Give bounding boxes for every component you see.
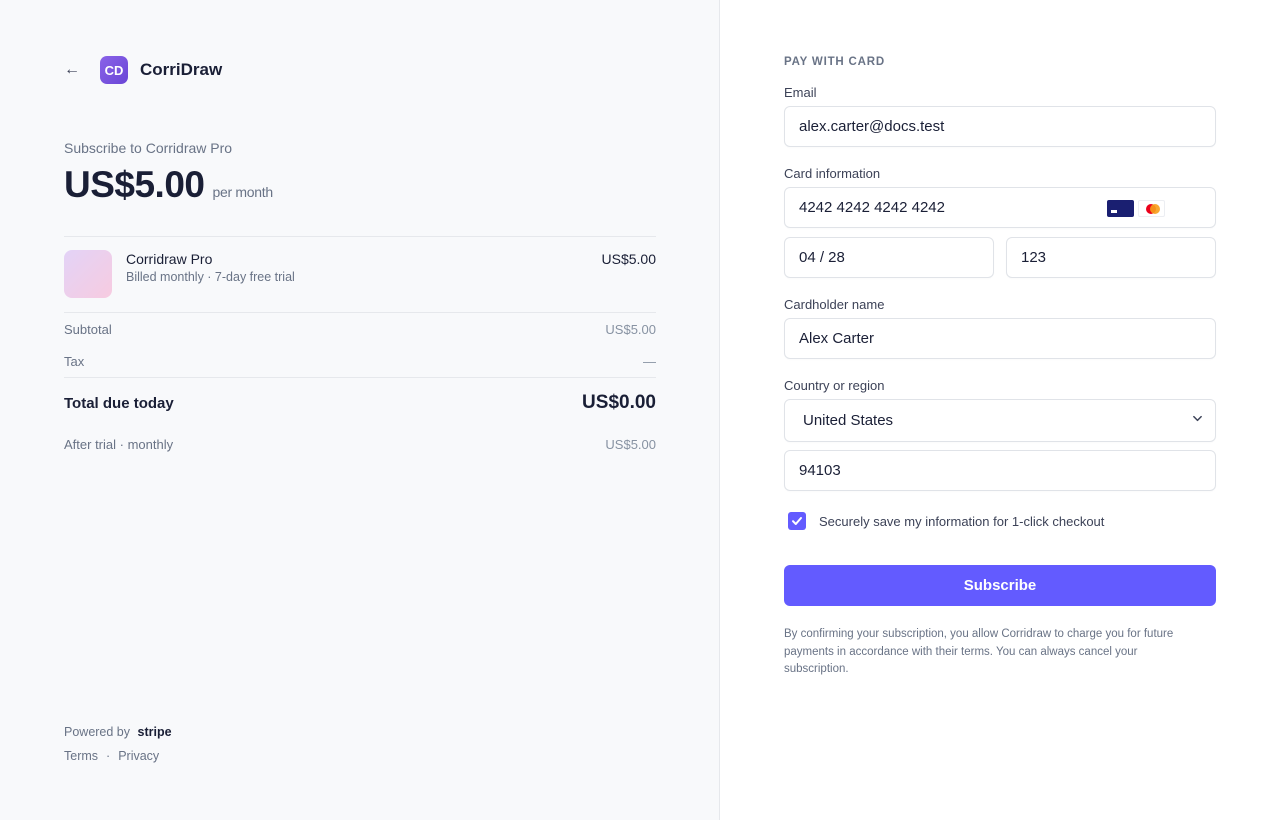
merchant-logo: CD	[100, 56, 128, 84]
card-number-value: 4242 4242 4242 4242	[799, 199, 945, 216]
powered-by: Powered by stripe	[64, 725, 172, 739]
save-info-checkbox[interactable]	[788, 512, 806, 530]
price-amount: US$5.00	[64, 164, 205, 205]
product-name: Corridraw Pro	[126, 251, 213, 267]
subscription-disclaimer: By confirming your subscription, you all…	[784, 628, 1174, 675]
order-summary-panel: ← CD CorriDraw Subscribe to Corridraw Pr…	[0, 0, 720, 820]
after-trial-label: After trial · monthly	[64, 437, 174, 452]
section-title: PAY WITH CARD	[784, 56, 885, 68]
arrow-left-icon[interactable]: ←	[64, 61, 86, 79]
subtotal-value: US$5.00	[605, 322, 656, 337]
card-brands	[1107, 200, 1165, 217]
stripe-logo[interactable]: stripe	[138, 725, 172, 739]
total-row: Total due today US$0.00	[64, 392, 656, 414]
total-label: Total due today	[64, 395, 174, 412]
privacy-link[interactable]: Privacy	[118, 749, 159, 763]
cardholder-name-field[interactable]: Alex Carter	[784, 318, 1216, 359]
cardholder-name-label: Cardholder name	[784, 297, 885, 312]
save-info-row: Securely save my information for 1-click…	[788, 512, 1104, 530]
visa-icon	[1107, 200, 1134, 217]
terms-link[interactable]: Terms	[64, 749, 98, 763]
subscribe-button[interactable]: Subscribe	[784, 565, 1216, 606]
cvc-field[interactable]: 123	[1006, 237, 1216, 278]
tax-value: —	[643, 354, 656, 369]
save-info-label: Securely save my information for 1-click…	[819, 513, 1105, 529]
payment-panel: PAY WITH CARD Email alex.carter@docs.tes…	[720, 0, 1280, 820]
footer-separator: ·	[106, 749, 111, 763]
zip-field[interactable]: 94103	[784, 450, 1216, 491]
merchant-name: CorriDraw	[140, 60, 223, 79]
expiry-field[interactable]: 04 / 28	[784, 237, 994, 278]
subtotal-row: Subtotal US$5.00	[64, 322, 656, 337]
card-info-label: Card information	[784, 166, 881, 181]
divider	[64, 312, 656, 313]
checkmark-icon	[792, 517, 802, 525]
country-select[interactable]: United States	[784, 399, 1216, 442]
divider	[64, 236, 656, 237]
price-period: per month	[212, 184, 274, 200]
country-label: Country or region	[784, 378, 885, 393]
subscribe-title: Subscribe to Corridraw Pro	[64, 140, 233, 156]
email-label: Email	[784, 85, 817, 100]
merchant-header: ← CD CorriDraw	[64, 56, 222, 84]
product-price: US$5.00	[601, 251, 656, 267]
mastercard-icon	[1138, 200, 1165, 217]
country-value: United States	[803, 412, 894, 429]
subtotal-label: Subtotal	[64, 322, 112, 337]
after-trial-row: After trial · monthly US$5.00	[64, 437, 656, 452]
product-thumbnail	[64, 250, 112, 298]
card-number-field[interactable]: 4242 4242 4242 4242	[784, 187, 1216, 228]
powered-by-label: Powered by	[64, 725, 131, 739]
price-display: US$5.00 per month	[64, 164, 273, 206]
chevron-down-icon	[1192, 413, 1203, 427]
product-billing-meta: Billed monthly · 7-day free trial	[126, 270, 295, 284]
total-value: US$0.00	[582, 392, 656, 413]
after-trial-value: US$5.00	[605, 437, 656, 452]
tax-label: Tax	[64, 354, 85, 369]
line-item: Corridraw Pro Billed monthly · 7-day fre…	[64, 250, 656, 300]
footer-links: Terms · Privacy	[64, 749, 159, 763]
tax-row: Tax —	[64, 354, 656, 369]
email-field[interactable]: alex.carter@docs.test	[784, 106, 1216, 147]
divider	[64, 377, 656, 378]
